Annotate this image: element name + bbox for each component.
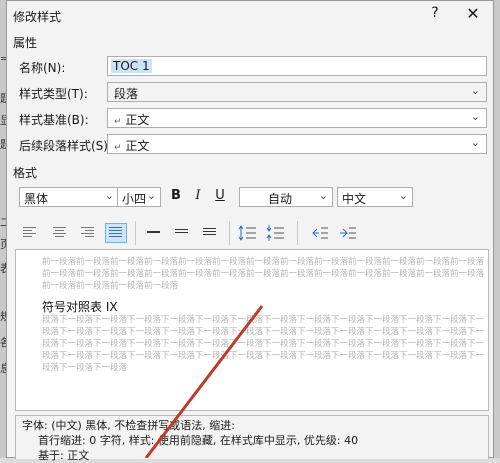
annotation-arrow-line bbox=[144, 305, 264, 458]
annotation-arrow bbox=[144, 305, 264, 458]
